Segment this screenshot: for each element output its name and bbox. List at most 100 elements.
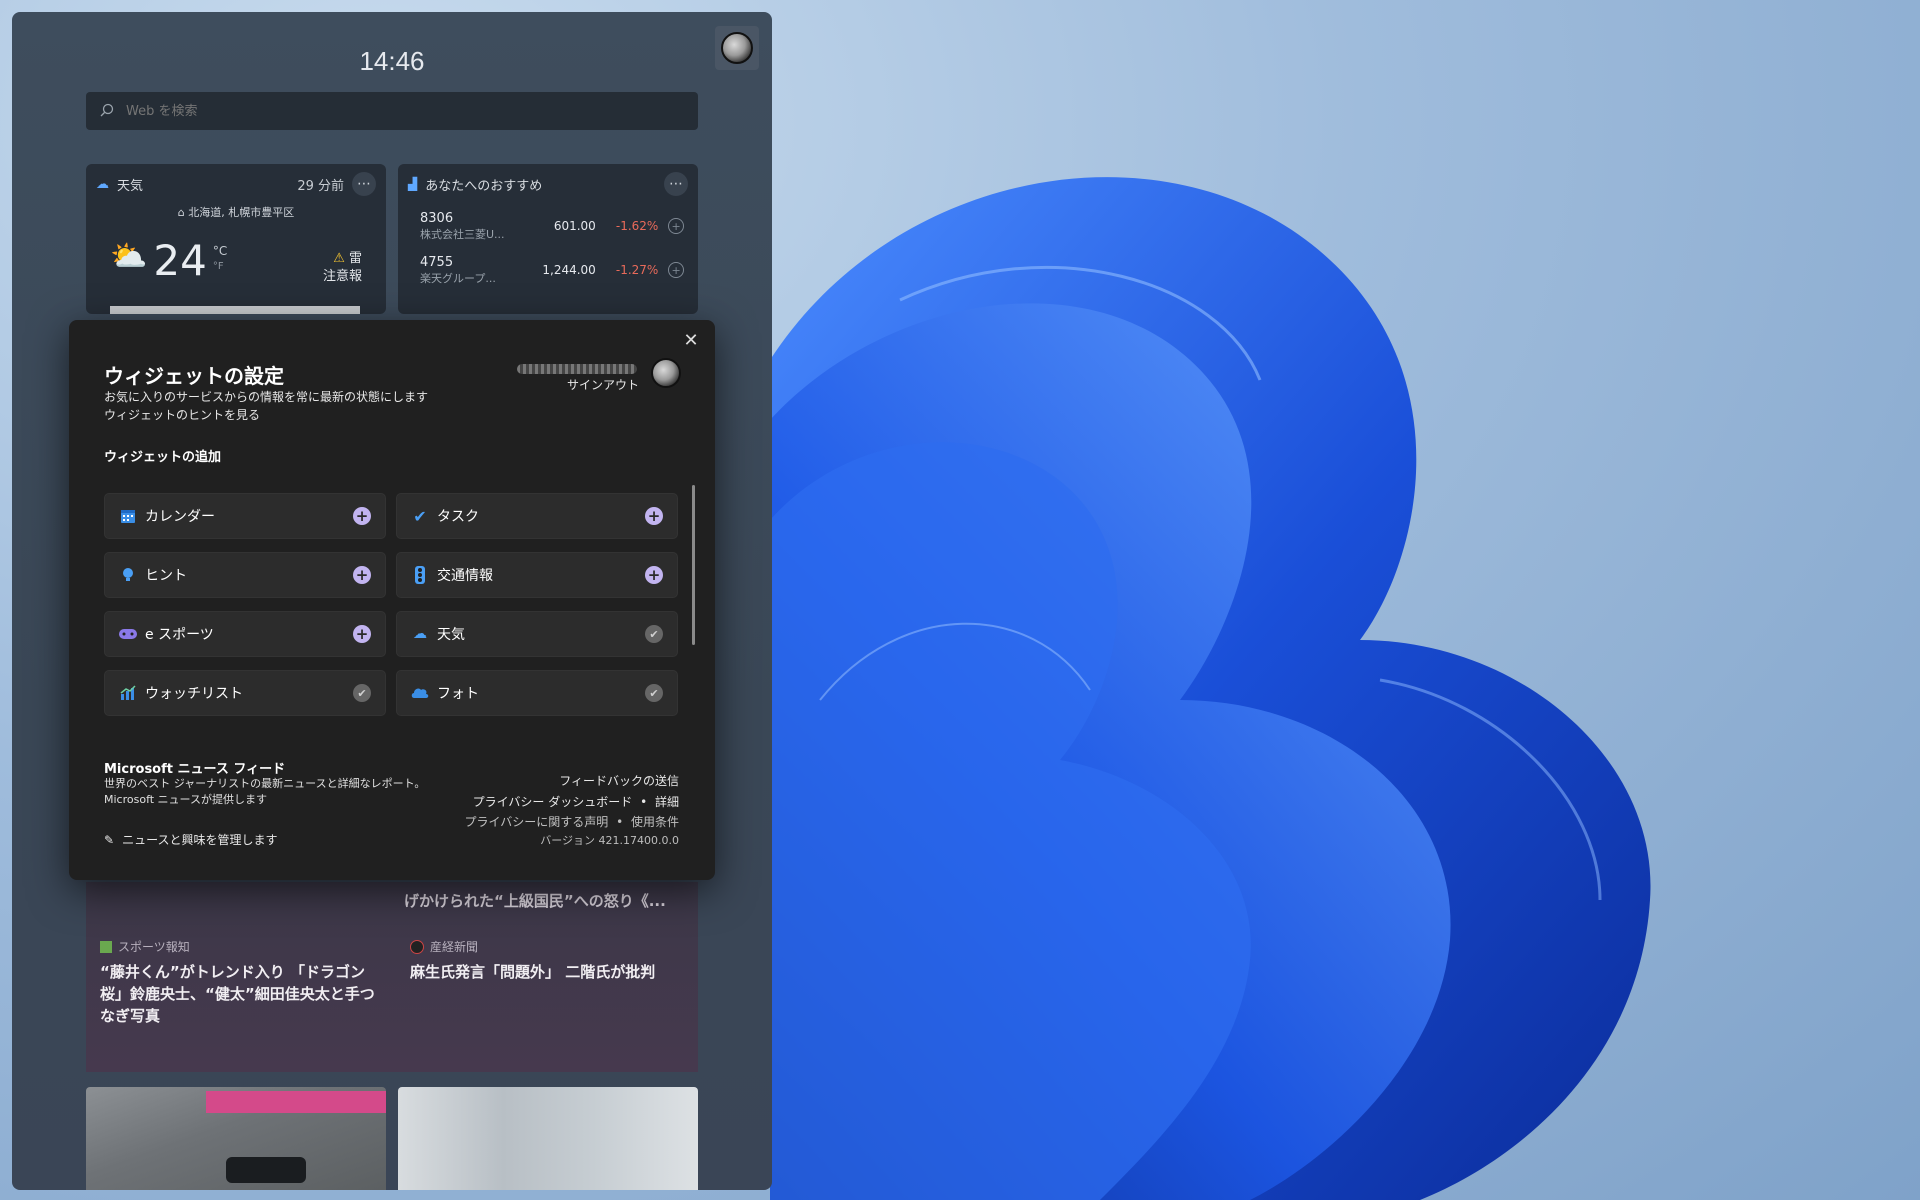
clock: 14:46 — [359, 46, 425, 76]
search-input[interactable] — [124, 102, 688, 120]
stocks-icon: ▟ — [408, 177, 418, 191]
unit-fahrenheit[interactable]: °F — [213, 259, 227, 275]
add-widget-icon[interactable]: + — [645, 566, 663, 584]
weather-alert[interactable]: ⚠ 雷 注意報 — [323, 250, 362, 286]
manage-interests-link[interactable]: ✎ ニュースと興味を管理します — [104, 831, 277, 848]
source-logo-icon — [410, 939, 424, 954]
partial-news-title[interactable]: げかけられた“上級国民”への怒り《... — [404, 890, 666, 911]
weather-map — [110, 306, 360, 314]
details-link[interactable]: 詳細 — [655, 795, 679, 809]
added-check-icon: ✔ — [353, 684, 371, 702]
close-icon[interactable]: ✕ — [677, 326, 705, 354]
search-box[interactable] — [86, 92, 698, 130]
widget-tile-esports[interactable]: e スポーツ + — [104, 611, 386, 657]
warning-icon: ⚠ — [333, 251, 345, 266]
stock-price: 601.00 — [553, 219, 596, 233]
todo-icon: ✔ — [413, 506, 427, 526]
weather-card-title: 天気 — [117, 178, 144, 194]
widget-tile-weather[interactable]: ☁ 天気 ✔ — [396, 611, 678, 657]
news-thumbnail[interactable] — [398, 1087, 698, 1190]
avatar — [721, 32, 753, 64]
add-widget-icon[interactable]: + — [353, 566, 371, 584]
alert-type: 雷 — [348, 251, 362, 266]
news-title: 麻生氏発言「問題外」 二階氏が批判 — [410, 963, 656, 981]
stocks-card-title: あなたへのおすすめ — [425, 178, 543, 194]
updated-time: 29 分前 — [297, 178, 344, 194]
add-widget-icon[interactable]: + — [645, 507, 663, 525]
stocks-card[interactable]: ▟ あなたへのおすすめ ⋯ 8306 株式会社三菱U... 601.00 -1.… — [398, 164, 698, 314]
race-car — [226, 1157, 306, 1183]
terms-link[interactable]: 使用条件 — [631, 815, 679, 829]
widget-tile-photos[interactable]: フォト ✔ — [396, 670, 678, 716]
partly-cloudy-icon: ⛅ — [110, 239, 148, 274]
tile-label: フォト — [437, 686, 479, 702]
stock-price: 1,244.00 — [542, 263, 596, 277]
stock-row[interactable]: 4755 楽天グループ... 1,244.00 -1.27% + — [398, 248, 698, 292]
stock-change: -1.27% — [615, 263, 659, 277]
alert-level: 注意報 — [322, 269, 362, 284]
stock-change: -1.62% — [615, 219, 659, 233]
widget-tile-traffic[interactable]: 交通情報 + — [396, 552, 678, 598]
news-item[interactable]: スポーツ報知 “藤井くん”がトレンド入り 「ドラゴン桜」鈴鹿央士、“健太”細田佳… — [100, 938, 380, 1027]
feed-title: Microsoft ニュース フィード — [104, 762, 286, 777]
racing-banner — [206, 1091, 386, 1113]
tile-label: 天気 — [437, 627, 465, 643]
more-icon[interactable]: ⋯ — [664, 172, 688, 196]
version-text: バージョン 421.17400.0.0 — [540, 834, 679, 847]
added-check-icon: ✔ — [645, 684, 663, 702]
news-item[interactable]: 産経新聞 麻生氏発言「問題外」 二階氏が批判 — [410, 938, 690, 983]
news-source: スポーツ報知 — [118, 940, 190, 954]
scrollbar[interactable] — [692, 485, 695, 645]
widget-tile-calendar[interactable]: カレンダー + — [104, 493, 386, 539]
tile-label: タスク — [437, 509, 479, 525]
separator: • — [640, 795, 648, 809]
add-stock-icon[interactable]: + — [668, 262, 684, 278]
privacy-statement-link[interactable]: プライバシーに関する声明 — [464, 815, 608, 829]
stock-row[interactable]: 8306 株式会社三菱U... 601.00 -1.62% + — [398, 204, 698, 248]
account-name-redacted — [517, 364, 637, 374]
manage-label: ニュースと興味を管理します — [122, 833, 278, 847]
separator: • — [616, 815, 624, 829]
added-check-icon: ✔ — [645, 625, 663, 643]
traffic-icon — [411, 566, 429, 584]
weather-icon: ☁ — [96, 176, 109, 192]
tile-label: e スポーツ — [145, 627, 214, 643]
source-logo-icon — [100, 940, 112, 953]
widget-settings-dialog: ✕ ウィジェットの設定 お気に入りのサービスからの情報を常に最新の状態にします … — [69, 320, 715, 880]
add-stock-icon[interactable]: + — [668, 218, 684, 234]
stock-name: 株式会社三菱U... — [420, 227, 505, 241]
tips-link[interactable]: ウィジェットのヒントを見る — [104, 406, 260, 423]
news-thumbnail[interactable] — [86, 1087, 386, 1190]
news-card[interactable]: げかけられた“上級国民”への怒り《... スポーツ報知 “藤井くん”がトレンド入… — [86, 882, 698, 1072]
esports-icon — [119, 625, 137, 643]
weather-icon: ☁ — [413, 626, 427, 642]
add-widgets-heading: ウィジェットの追加 — [104, 450, 222, 465]
privacy-statement-links: プライバシーに関する声明 • 使用条件 — [464, 813, 679, 830]
privacy-dashboard-link[interactable]: プライバシー ダッシュボード — [473, 795, 633, 809]
tile-label: 交通情報 — [437, 568, 493, 584]
photos-icon — [411, 684, 429, 702]
add-widget-icon[interactable]: + — [353, 507, 371, 525]
news-source: 産経新聞 — [430, 940, 479, 954]
widget-tile-todo[interactable]: ✔ タスク + — [396, 493, 678, 539]
signout-link[interactable]: サインアウト — [567, 376, 639, 393]
widget-tile-tips[interactable]: ヒント + — [104, 552, 386, 598]
account-avatar — [651, 358, 681, 388]
profile-button[interactable] — [715, 26, 759, 70]
privacy-links: プライバシー ダッシュボード • 詳細 — [473, 793, 679, 810]
tile-label: ウォッチリスト — [145, 686, 243, 702]
unit-celsius[interactable]: °C — [213, 243, 227, 259]
news-title: “藤井くん”がトレンド入り 「ドラゴン桜」鈴鹿央士、“健太”細田佳央太と手つなぎ… — [100, 963, 375, 1025]
feedback-link[interactable]: フィードバックの送信 — [559, 772, 679, 789]
location: ⌂ 北海道, 札幌市豊平区 — [177, 206, 295, 219]
settings-subtitle: お気に入りのサービスからの情報を常に最新の状態にします — [104, 390, 429, 404]
more-icon[interactable]: ⋯ — [352, 172, 376, 196]
add-widget-icon[interactable]: + — [353, 625, 371, 643]
stock-name: 楽天グループ... — [420, 271, 496, 285]
calendar-icon — [119, 507, 137, 525]
watchlist-icon — [119, 684, 137, 702]
weather-card[interactable]: ☁ 天気 29 分前 ⋯ ⌂ 北海道, 札幌市豊平区 ⛅ 24 °C °F ⚠ … — [86, 164, 386, 314]
stock-code: 8306 — [420, 210, 454, 226]
widget-tile-watchlist[interactable]: ウォッチリスト ✔ — [104, 670, 386, 716]
settings-title: ウィジェットの設定 — [104, 364, 284, 388]
